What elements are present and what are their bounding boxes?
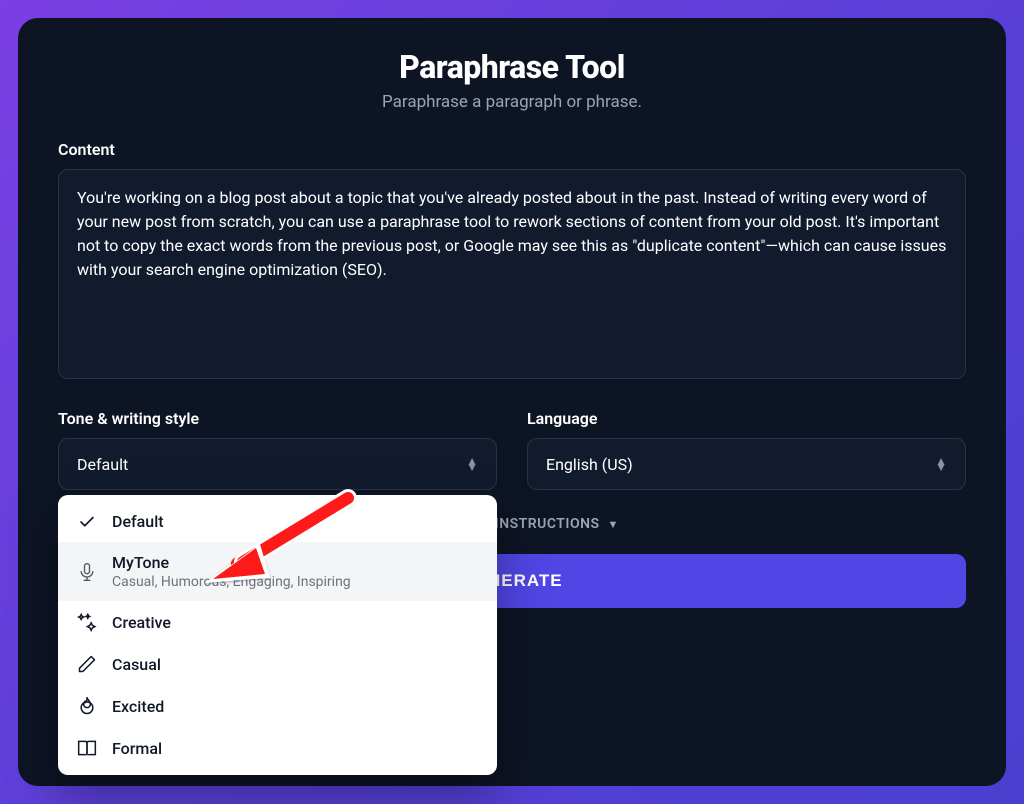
content-textarea[interactable]: [58, 169, 966, 379]
microphone-icon: [76, 562, 98, 582]
tool-card: Paraphrase Tool Paraphrase a paragraph o…: [18, 18, 1006, 786]
page-subtitle: Paraphrase a paragraph or phrase.: [58, 92, 966, 112]
tone-dropdown: Default MyTone Casual, Humorous, Engagin…: [58, 495, 497, 775]
tone-option-casual[interactable]: Casual: [58, 643, 497, 685]
tone-option-excited[interactable]: Excited: [58, 685, 497, 727]
tone-label: Tone & writing style: [58, 409, 497, 428]
tone-select[interactable]: Default ▲▼: [58, 438, 497, 490]
tone-option-creative[interactable]: Creative: [58, 601, 497, 643]
check-icon: [76, 513, 98, 531]
tone-column: Tone & writing style Default ▲▼ Default: [58, 409, 497, 490]
tone-option-sublabel: Casual, Humorous, Engaging, Inspiring: [112, 574, 351, 590]
select-updown-icon: ▲▼: [466, 458, 478, 470]
language-selected-value: English (US): [546, 455, 633, 474]
tone-option-formal[interactable]: Formal: [58, 727, 497, 769]
tone-option-label: Casual: [112, 655, 161, 674]
select-updown-icon: ▲▼: [935, 458, 947, 470]
language-label: Language: [527, 409, 966, 428]
tone-option-label: MyTone: [112, 553, 351, 572]
tone-option-label: Excited: [112, 697, 164, 716]
flame-icon: [76, 696, 98, 716]
content-label: Content: [58, 140, 966, 159]
language-select[interactable]: English (US) ▲▼: [527, 438, 966, 490]
chevron-down-icon: ▼: [608, 518, 619, 531]
page-title: Paraphrase Tool: [58, 48, 966, 86]
tone-option-label: Creative: [112, 613, 171, 632]
tone-option-mytone[interactable]: MyTone Casual, Humorous, Engaging, Inspi…: [58, 542, 497, 601]
tone-option-default[interactable]: Default: [58, 501, 497, 542]
language-column: Language English (US) ▲▼: [527, 409, 966, 490]
book-icon: [76, 738, 98, 758]
tone-selected-value: Default: [77, 455, 128, 474]
sparkles-icon: [76, 612, 98, 632]
pencil-icon: [76, 654, 98, 674]
tone-option-label: Formal: [112, 739, 162, 758]
tone-option-label: Default: [112, 512, 164, 531]
